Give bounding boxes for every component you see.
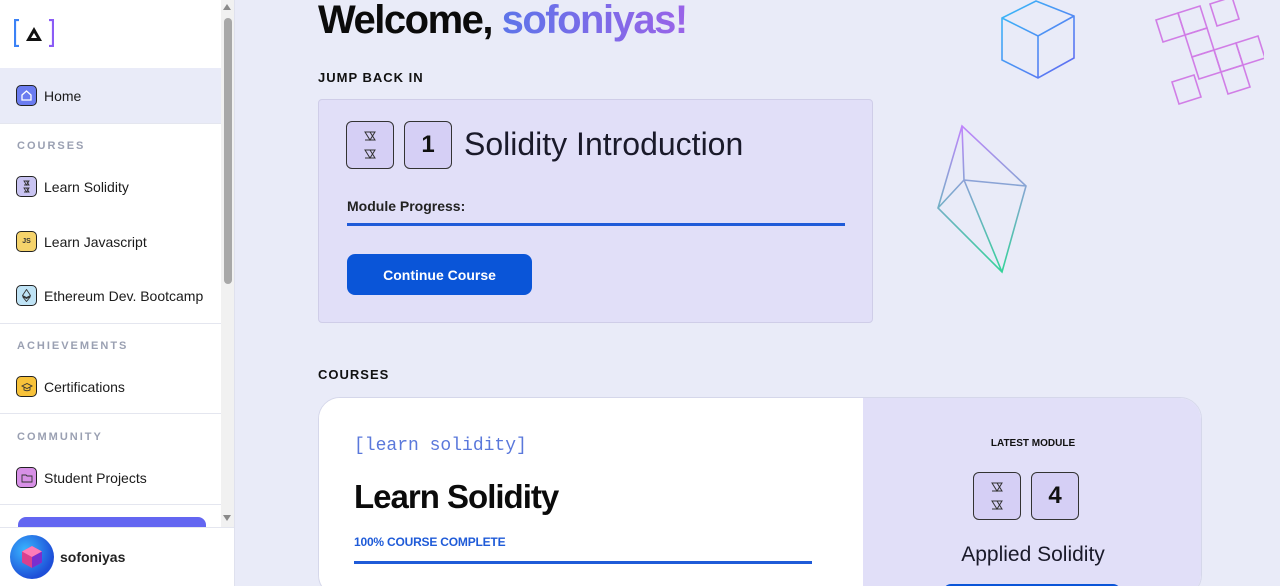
module-progress-bar — [347, 223, 845, 226]
jump-back-heading: JUMP BACK IN — [318, 70, 424, 85]
latest-module-heading: LATEST MODULE — [990, 438, 1076, 449]
divider — [0, 123, 221, 124]
certification-icon — [16, 376, 37, 397]
courses-heading: COURSES — [318, 367, 390, 382]
avatar — [10, 535, 54, 579]
solidity-icon — [346, 121, 394, 169]
user-profile[interactable]: sofoniyas — [0, 527, 234, 586]
course-tag: [learn solidity] — [354, 436, 527, 456]
course-title: Learn Solidity — [354, 478, 559, 515]
solidity-icon — [973, 472, 1021, 520]
sidebar-item-learn-javascript[interactable]: JS Learn Javascript — [0, 214, 221, 269]
home-icon — [16, 85, 37, 106]
course-progress-bar — [354, 561, 812, 564]
course-progress-fill — [354, 561, 812, 564]
alchemy-logo[interactable] — [14, 19, 54, 47]
latest-module-number: 4 — [1048, 482, 1062, 509]
sidebar-item-home[interactable]: Home — [0, 68, 221, 123]
sidebar-scrollbar-thumb[interactable] — [224, 18, 232, 284]
scroll-up-arrow-icon[interactable] — [223, 4, 231, 10]
crystal-decoration-icon — [937, 124, 1027, 274]
sidebar-item-certifications[interactable]: Certifications — [0, 359, 221, 414]
jump-back-card: 1 Solidity Introduction Module Progress:… — [318, 99, 873, 323]
latest-module-number-badge: 4 — [1031, 472, 1079, 520]
module-number-badge: 1 — [404, 121, 452, 169]
username: sofoniyas — [60, 549, 126, 565]
sidebar-item-ethereum-bootcamp[interactable]: Ethereum Dev. Bootcamp — [0, 268, 221, 323]
continue-course-button[interactable]: Continue Course — [347, 254, 532, 295]
sidebar-item-student-projects[interactable]: Student Projects — [0, 450, 221, 505]
section-heading-achievements: ACHIEVEMENTS — [17, 340, 129, 352]
cube-decoration-icon — [1001, 0, 1075, 79]
sidebar-item-label: Ethereum Dev. Bootcamp — [44, 287, 204, 304]
latest-module-panel: LATEST MODULE 4 Applied Solidity — [863, 398, 1201, 586]
module-progress-label: Module Progress: — [347, 198, 466, 214]
sidebar-item-label: Certifications — [44, 378, 125, 395]
divider — [0, 413, 221, 414]
grid-decoration-icon — [1154, 0, 1264, 106]
scroll-down-arrow-icon[interactable] — [223, 515, 231, 521]
divider — [0, 504, 221, 505]
latest-module-title: Applied Solidity — [961, 543, 1105, 566]
sidebar-item-label: Student Projects — [44, 469, 147, 486]
course-completion-text: 100% COURSE COMPLETE — [354, 535, 506, 549]
section-heading-courses: COURSES — [17, 140, 86, 152]
module-title: Solidity Introduction — [464, 126, 744, 162]
solidity-icon — [16, 176, 37, 197]
section-heading-community: COMMUNITY — [17, 431, 103, 443]
sidebar-item-label: Home — [44, 87, 82, 104]
ethereum-icon — [16, 285, 37, 306]
course-info-panel: [learn solidity] Learn Solidity 100% COU… — [319, 398, 863, 586]
javascript-icon: JS — [16, 231, 37, 252]
sidebar: Home COURSES Learn Solidity JS Learn Jav… — [0, 0, 235, 586]
module-progress-fill — [347, 223, 845, 226]
divider — [0, 323, 221, 324]
sidebar-item-label: Learn Solidity — [44, 178, 129, 195]
welcome-username: sofoniyas! — [501, 0, 689, 42]
page-title: Welcome, sofoniyas! — [318, 0, 689, 43]
sidebar-item-learn-solidity[interactable]: Learn Solidity — [0, 159, 221, 214]
course-card-learn-solidity[interactable]: [learn solidity] Learn Solidity 100% COU… — [318, 397, 1202, 586]
welcome-prefix: Welcome, — [318, 0, 502, 42]
sidebar-item-label: Learn Javascript — [44, 233, 147, 250]
folder-icon — [16, 467, 37, 488]
module-number: 1 — [421, 131, 435, 158]
